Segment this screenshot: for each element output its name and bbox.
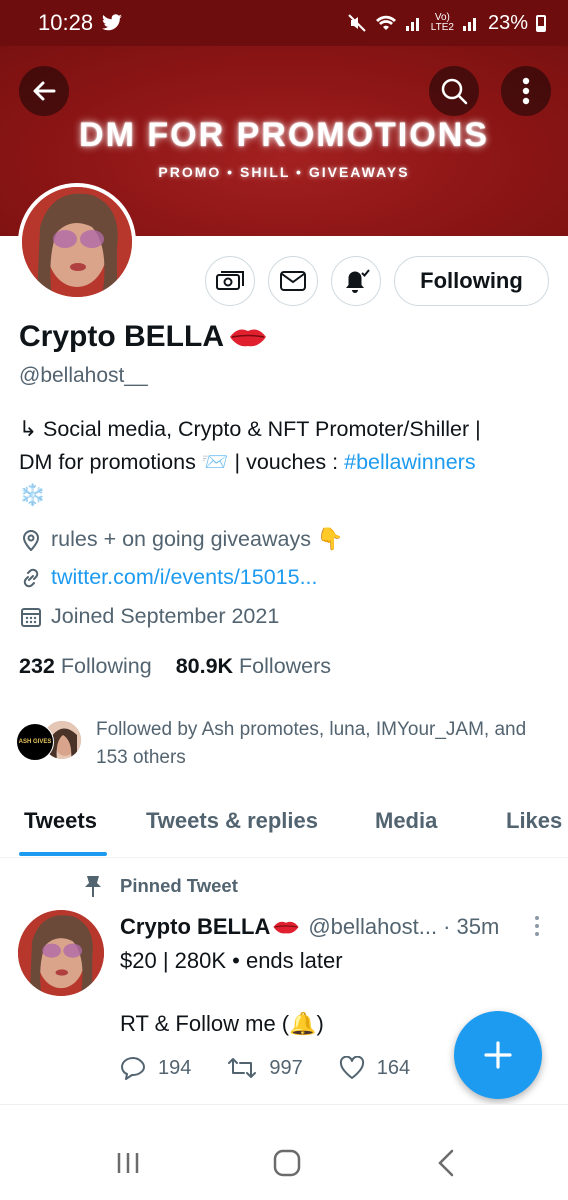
tweet-actions: 194 997 164 [120, 1056, 410, 1080]
wifi-icon [375, 15, 396, 30]
profile-bio: ↳ Social media, Crypto & NFT Promoter/Sh… [19, 413, 549, 512]
profile-handle: @bellahost__ [19, 364, 148, 387]
bell-check-icon [346, 269, 370, 293]
message-button[interactable] [268, 256, 318, 306]
home-icon[interactable] [273, 1149, 301, 1177]
signal-icon [405, 18, 419, 31]
notifications-button[interactable] [331, 256, 381, 306]
back-nav-icon[interactable] [437, 1149, 455, 1177]
tip-button[interactable] [205, 256, 255, 306]
following-count: 232 [19, 654, 55, 678]
joined-row: Joined September 2021 [19, 604, 279, 629]
money-icon [216, 271, 244, 290]
search-button[interactable] [429, 66, 479, 116]
tweet-author-name[interactable]: Crypto BELLA [120, 914, 270, 940]
pinned-label: Pinned Tweet [82, 874, 238, 898]
reply-count: 194 [158, 1056, 192, 1079]
profile-name-text: Crypto BELLA [19, 320, 224, 353]
pinned-label-text: Pinned Tweet [120, 875, 238, 896]
followers-count: 80.9K [175, 654, 234, 678]
website-row[interactable]: twitter.com/i/events/15015... [19, 565, 318, 590]
following-button[interactable]: Following [394, 256, 549, 306]
tweet-avatar-image [18, 910, 104, 996]
following-stat[interactable]: 232 Following [19, 654, 152, 679]
tweet-author-handle[interactable]: @bellahost... [308, 914, 437, 940]
profile-name: Crypto BELLA [19, 320, 268, 354]
status-time: 10:28 [38, 10, 94, 35]
recent-apps-icon[interactable] [115, 1151, 141, 1175]
joined-text: Joined September 2021 [51, 604, 280, 628]
banner-subtitle: PROMO • SHILL • GIVEAWAYS [158, 164, 410, 180]
tab-tweets-replies[interactable]: Tweets & replies [146, 808, 318, 834]
like-count: 164 [376, 1056, 411, 1079]
bio-line-3: ❄️ [19, 483, 46, 507]
retweet-count: 997 [269, 1056, 303, 1079]
system-navigation-bar [0, 1104, 568, 1200]
followers-label: Followers [239, 654, 332, 678]
tweet-header: Crypto BELLA @bellahost... · 35m [120, 914, 499, 940]
twitter-notification-icon [102, 14, 122, 31]
tab-media[interactable]: Media [375, 808, 437, 834]
website-link[interactable]: twitter.com/i/events/15015... [51, 565, 318, 590]
compose-tweet-button[interactable] [454, 1011, 542, 1099]
link-icon [19, 566, 43, 590]
bio-line-1: ↳ Social media, Crypto & NFT Promoter/Sh… [19, 417, 481, 441]
bio-line-2-text: DM for promotions 📨 | vouches : [19, 450, 345, 474]
more-vertical-icon [522, 77, 530, 105]
tweet-text-line-1: $20 | 280K • ends later [120, 948, 343, 973]
pin-icon [85, 876, 101, 897]
tweet-text-line-2: RT & Follow me (🔔) [120, 1011, 324, 1036]
banner-title: DM FOR PROMOTIONS [79, 116, 489, 154]
battery-percent: 23% [487, 11, 528, 34]
signal-icon-2 [462, 18, 476, 31]
search-icon [441, 78, 468, 105]
retweet-icon [228, 1058, 257, 1078]
tweet-avatar[interactable] [18, 910, 104, 996]
avatar-image [22, 187, 132, 297]
tab-tweets[interactable]: Tweets [24, 808, 97, 834]
followed-by-text[interactable]: Followed by Ash promotes, luna, IMYour_J… [96, 716, 546, 772]
tweet-more-icon[interactable] [534, 915, 540, 937]
mute-icon [348, 14, 366, 32]
bio-line-2: DM for promotions 📨 | vouches : #bellawi… [19, 446, 549, 479]
following-label: Following [60, 654, 152, 678]
follow-stats: 232 Following 80.9K Followers [19, 654, 331, 679]
retweet-action[interactable]: 997 [227, 1056, 303, 1080]
location-text: rules + on going giveaways 👇 [51, 527, 344, 551]
follower-avatar-ash: ASH GIVES [16, 723, 54, 761]
network-text: LTE2 [430, 22, 454, 33]
calendar-icon [19, 605, 43, 629]
bio-hashtag-link[interactable]: #bellawinners [344, 450, 475, 474]
tweet-time: · 35m [443, 914, 500, 939]
location-row: rules + on going giveaways 👇 [19, 527, 344, 552]
profile-avatar[interactable] [18, 183, 136, 301]
followers-stat[interactable]: 80.9K Followers [176, 654, 331, 679]
reply-icon [121, 1057, 145, 1080]
back-button[interactable] [19, 66, 69, 116]
volte-label: Vo) LTE2 [431, 13, 454, 33]
status-bar: 10:28 Vo) LTE2 23% [0, 0, 568, 46]
more-options-button[interactable] [501, 66, 551, 116]
like-action[interactable]: 164 [339, 1056, 410, 1080]
plus-icon [484, 1041, 512, 1069]
reply-action[interactable]: 194 [120, 1056, 191, 1080]
location-icon [19, 528, 43, 552]
tab-likes[interactable]: Likes [506, 808, 562, 834]
battery-icon [536, 14, 546, 32]
profile-tabs: Tweets Tweets & replies Media Likes [0, 796, 568, 858]
lips-emoji-icon [273, 921, 299, 934]
arrow-left-icon [33, 81, 56, 101]
active-tab-indicator [19, 852, 107, 856]
envelope-icon [280, 271, 306, 291]
lips-emoji-icon [230, 329, 266, 347]
heart-icon [339, 1056, 364, 1079]
